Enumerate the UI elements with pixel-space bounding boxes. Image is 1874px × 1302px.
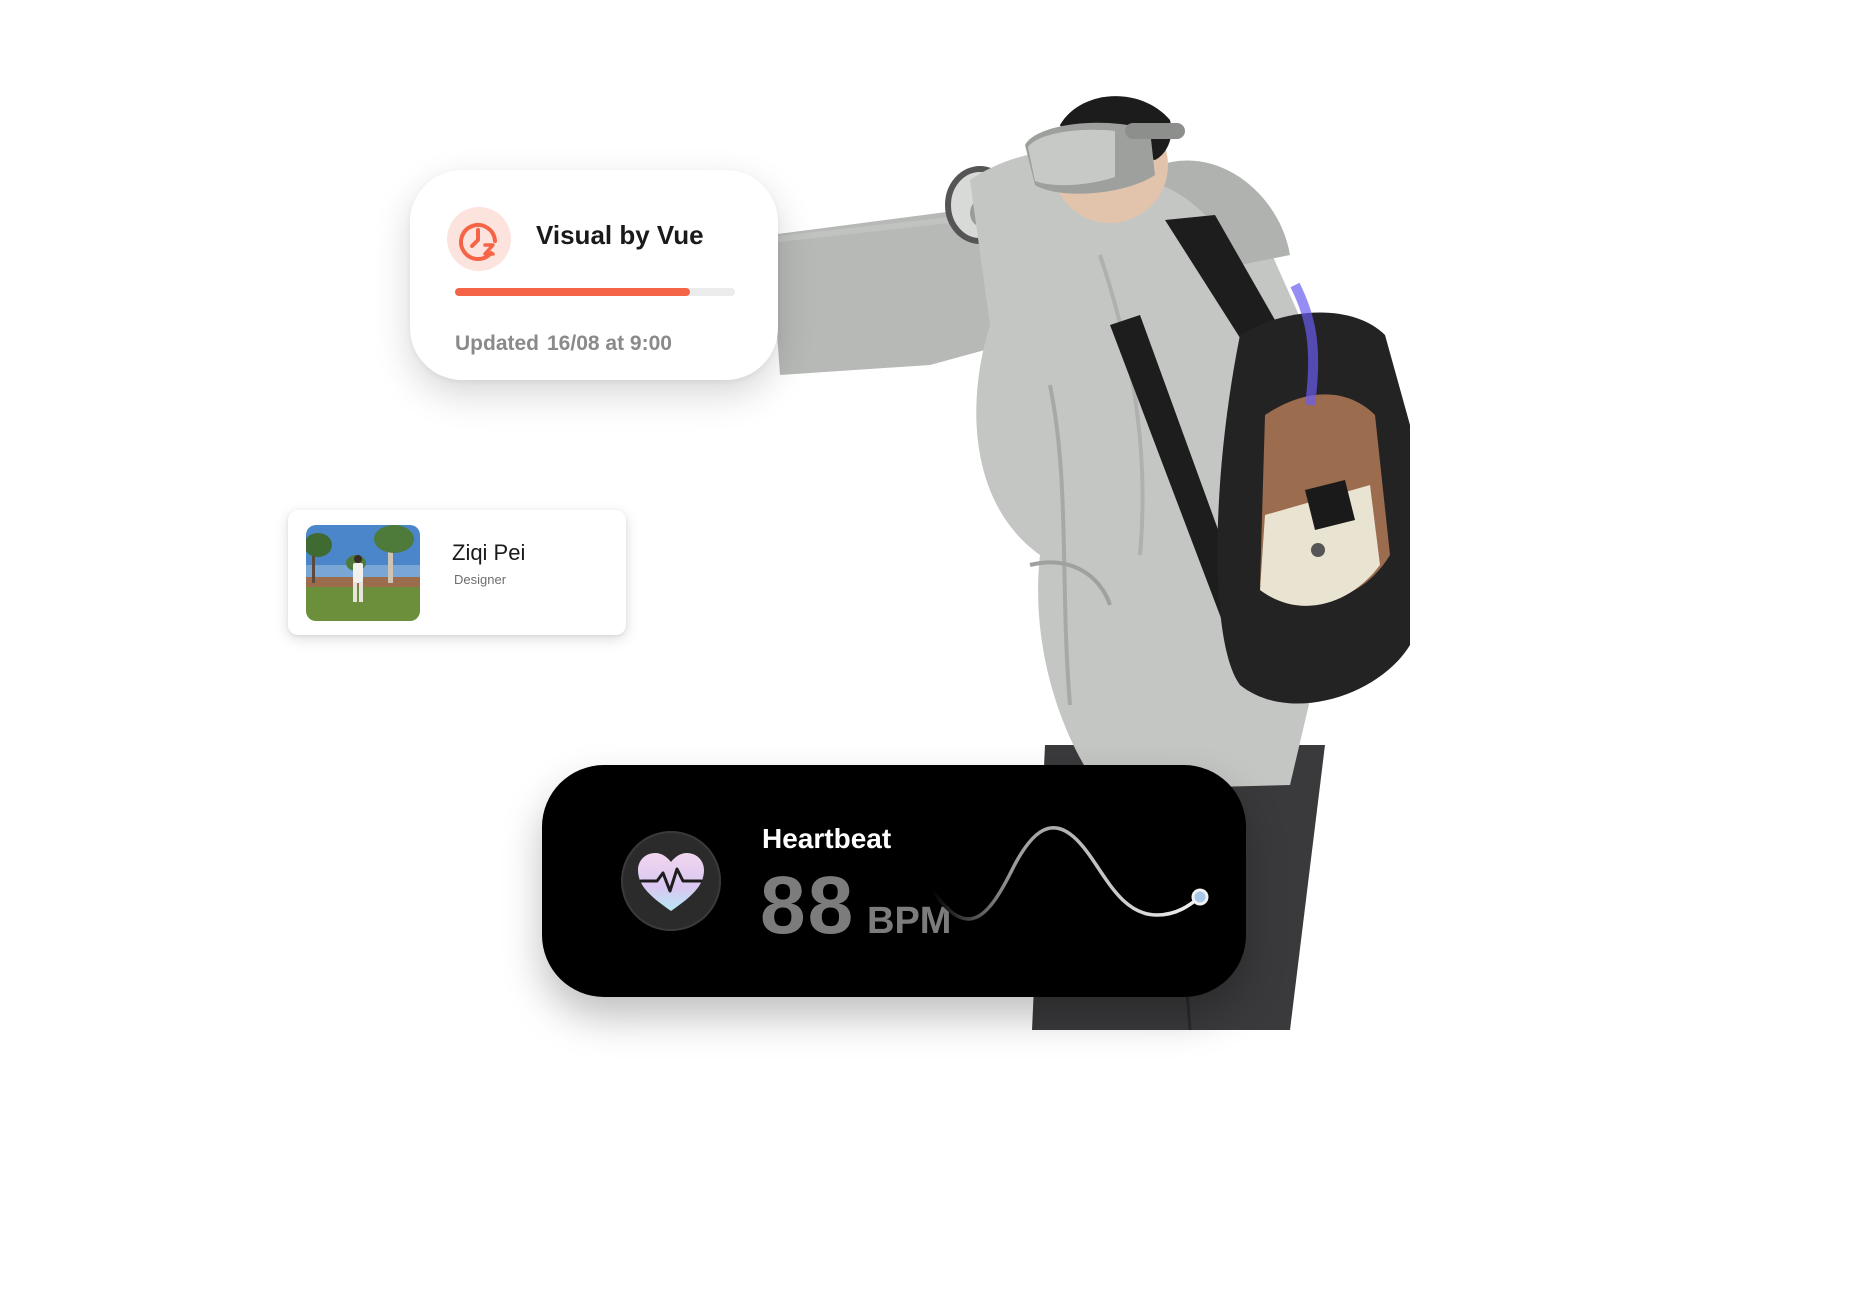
- bpm-value: 88: [760, 860, 856, 951]
- clock-icon: [447, 207, 511, 271]
- heart-pulse-icon: [621, 831, 721, 931]
- heartbeat-widget[interactable]: Heartbeat 88 BPM: [542, 765, 1246, 997]
- heartbeat-label: Heartbeat: [762, 823, 892, 854]
- profile-card[interactable]: Ziqi Pei Designer: [288, 510, 626, 635]
- profile-role: Designer: [454, 572, 507, 587]
- profile-photo: [306, 525, 420, 621]
- updated-time: 16/08 at 9:00: [547, 332, 672, 355]
- project-title: Visual by Vue: [536, 220, 704, 250]
- project-progress-fill: [455, 288, 691, 296]
- wave-end-dot: [1191, 888, 1209, 906]
- updated-label: Updated: [455, 332, 539, 355]
- profile-name: Ziqi Pei: [452, 540, 526, 565]
- heartbeat-wave-line: [932, 826, 1209, 921]
- project-progress-bar: [455, 288, 735, 296]
- project-card[interactable]: Visual by Vue Updated 16/08 at 9:00: [410, 170, 778, 380]
- updated-text: Updated 16/08 at 9:00: [455, 332, 672, 356]
